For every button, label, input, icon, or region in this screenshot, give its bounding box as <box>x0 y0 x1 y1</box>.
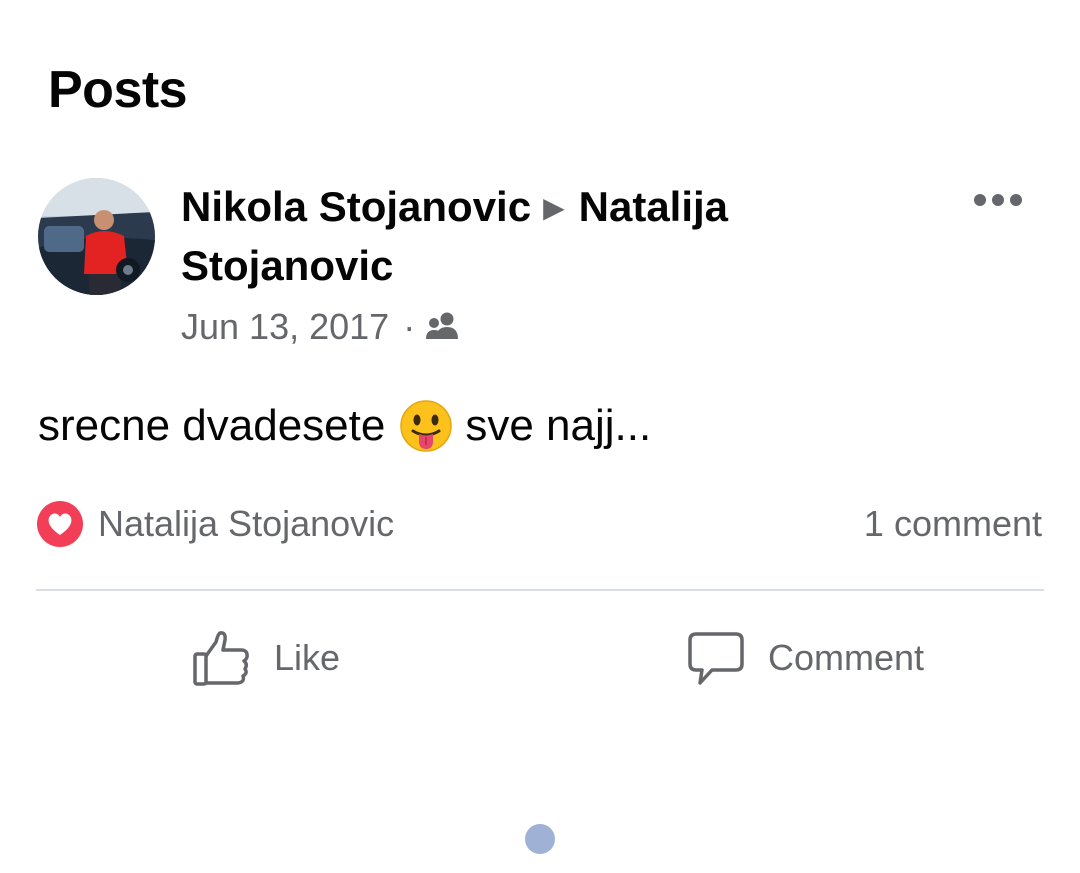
comment-button[interactable]: Comment <box>686 620 924 696</box>
post-date[interactable]: Jun 13, 2017 <box>181 305 389 349</box>
reactor-name: Natalija Stojanovic <box>98 503 395 544</box>
divider <box>36 589 1044 591</box>
reactions-summary[interactable]: Natalija Stojanovic <box>36 500 394 548</box>
loading-indicator <box>525 824 555 854</box>
post-text-part-1: srecne dvadesete <box>38 401 386 450</box>
tongue-out-emoji <box>399 399 453 453</box>
section-title: Posts <box>48 61 188 119</box>
post-text-part-2: sve najj... <box>465 401 652 450</box>
like-label: Like <box>274 637 341 678</box>
comment-count[interactable]: 1 comment <box>864 500 1042 548</box>
friends-icon <box>425 311 461 343</box>
author-name[interactable]: Nikola Stojanovic <box>181 183 531 230</box>
posts-page: Posts Nikola Stojanovic ▶ Natalija Stojano… <box>0 0 1080 873</box>
comment-label: Comment <box>768 637 925 678</box>
post-text[interactable]: srecne dvadesete sve najj... <box>38 398 651 454</box>
post-header-title: Nikola Stojanovic ▶ Natalija Stojanovic <box>181 178 941 295</box>
author-avatar[interactable] <box>38 178 155 295</box>
arrow-right-icon: ▶ <box>543 192 565 223</box>
more-options-icon <box>974 194 1022 206</box>
meta-separator: · <box>403 306 416 347</box>
thumbs-up-icon <box>192 628 252 688</box>
more-options-button[interactable] <box>968 180 1028 220</box>
comment-bubble-icon <box>686 628 746 688</box>
post-meta: Jun 13, 2017 · <box>181 305 461 349</box>
love-reaction-icon <box>36 500 84 548</box>
like-button[interactable]: Like <box>192 620 340 696</box>
